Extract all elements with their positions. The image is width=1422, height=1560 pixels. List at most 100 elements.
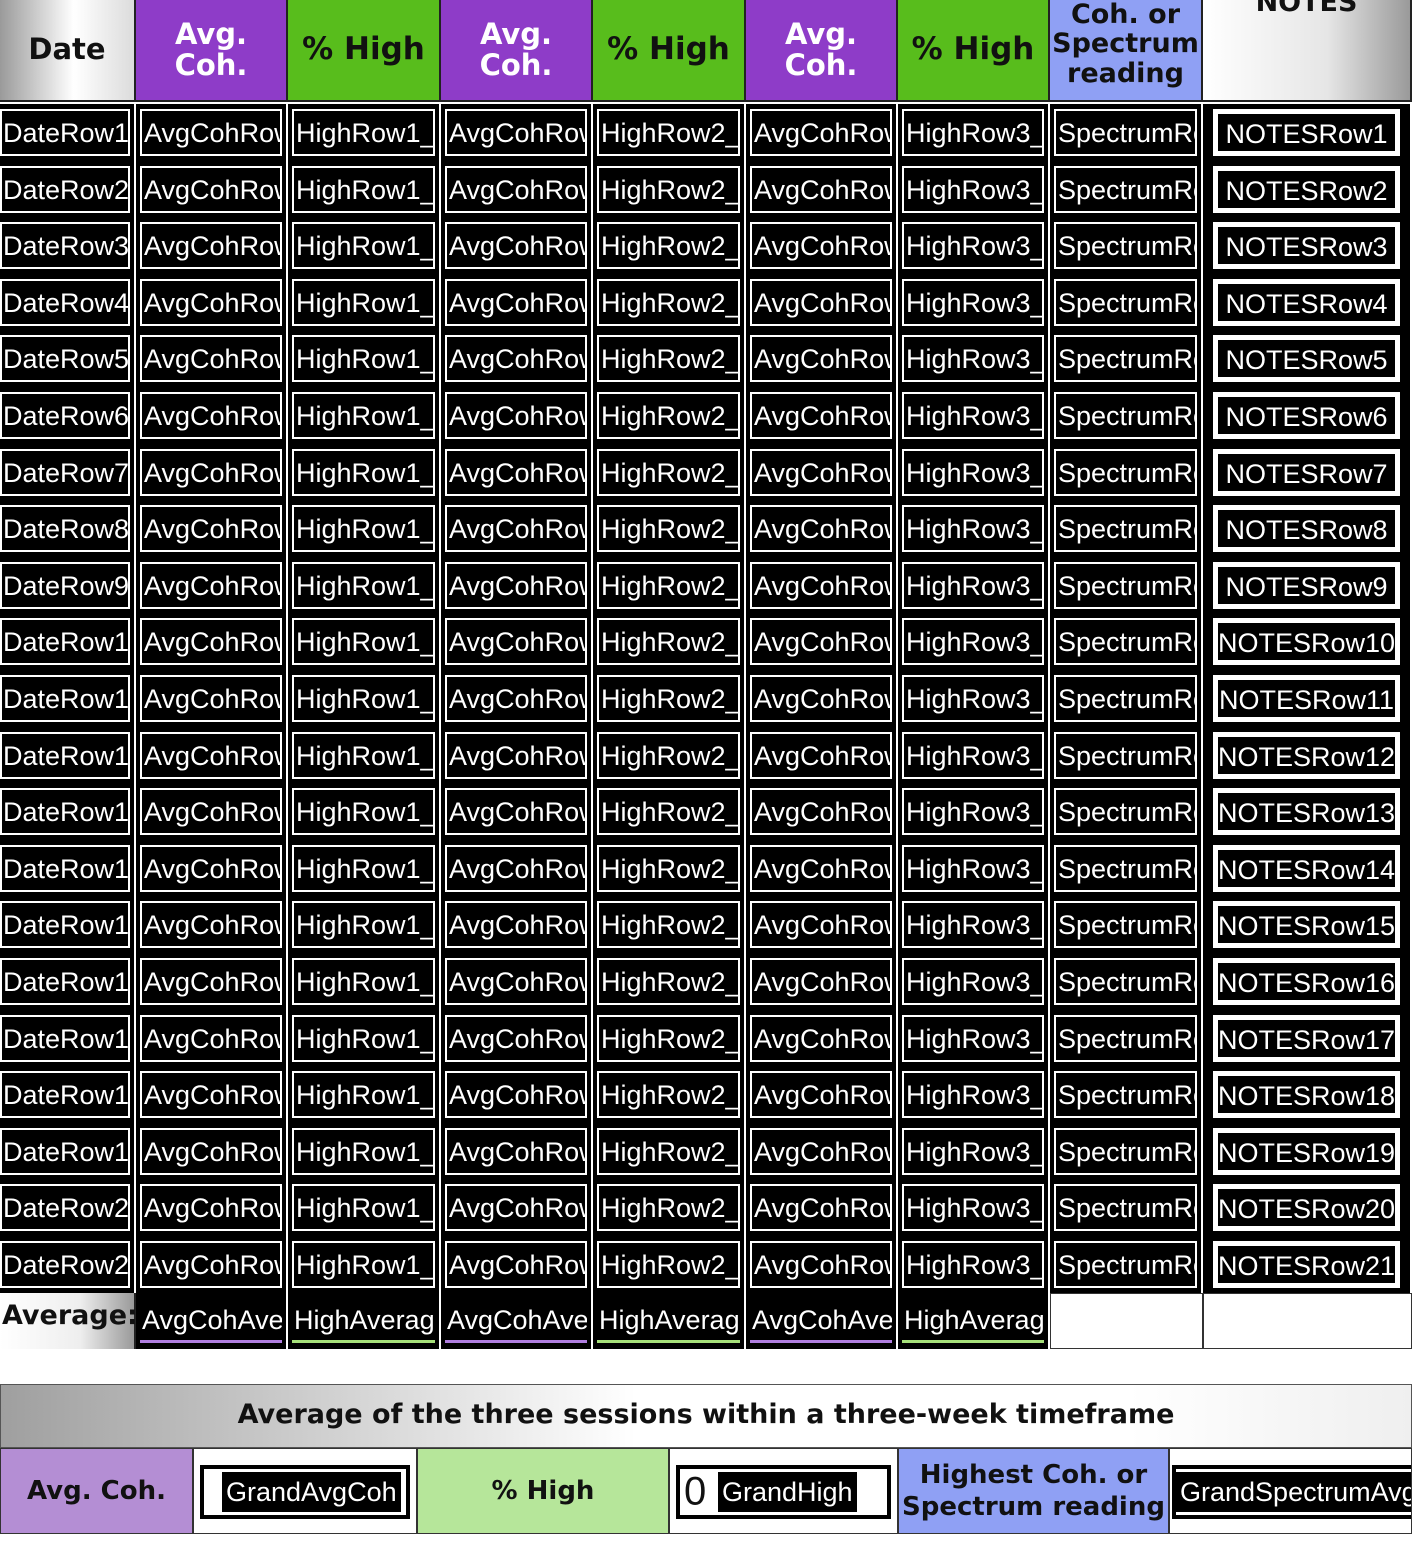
coh2-field[interactable]: AvgCohRow [445, 1184, 587, 1232]
coh3-field[interactable]: AvgCohRow [750, 1014, 892, 1062]
coh2-field[interactable]: AvgCohRow [445, 731, 587, 779]
average-high-2-field[interactable]: HighAverag [597, 1299, 740, 1343]
coh3-field[interactable]: AvgCohRow [750, 1127, 892, 1175]
high3-field[interactable]: HighRow3_ [902, 901, 1044, 949]
coh2-field[interactable]: AvgCohRow [445, 1071, 587, 1119]
high3-field[interactable]: HighRow3_ [902, 165, 1044, 213]
coh2-field[interactable]: AvgCohRow [445, 222, 587, 270]
coh1-field[interactable]: AvgCohRow [140, 278, 282, 326]
high3-field[interactable]: HighRow3_ [902, 844, 1044, 892]
high3-field[interactable]: HighRow3_ [902, 1241, 1044, 1288]
high2-field[interactable]: HighRow2_ [597, 505, 740, 553]
spectrum-field[interactable]: SpectrumRow [1054, 335, 1197, 383]
coh3-field[interactable]: AvgCohRow [750, 1241, 892, 1288]
high2-field[interactable]: HighRow2_ [597, 958, 740, 1005]
date-field[interactable]: DateRow7 [0, 448, 130, 496]
high1-field[interactable]: HighRow1_9 [292, 561, 435, 609]
high3-field[interactable]: HighRow3_ [902, 448, 1044, 496]
high1-field[interactable]: HighRow1_1 [292, 109, 435, 156]
spectrum-field[interactable]: SpectrumRow [1054, 901, 1197, 949]
high2-field[interactable]: HighRow2_ [597, 278, 740, 326]
coh1-field[interactable]: AvgCohRow [140, 618, 282, 666]
date-field[interactable]: DateRow17 [0, 1014, 130, 1062]
coh2-field[interactable]: AvgCohRow [445, 958, 587, 1005]
date-field[interactable]: DateRow11 [0, 675, 130, 722]
spectrum-field[interactable]: SpectrumRow [1054, 561, 1197, 609]
high1-field[interactable]: HighRow1_3 [292, 222, 435, 270]
high3-field[interactable]: HighRow3_ [902, 788, 1044, 836]
spectrum-field[interactable]: SpectrumRow [1054, 222, 1197, 270]
coh2-field[interactable]: AvgCohRow [445, 109, 587, 156]
high2-field[interactable]: HighRow2_ [597, 222, 740, 270]
coh1-field[interactable]: AvgCohRow [140, 958, 282, 1005]
spectrum-field[interactable]: SpectrumRow [1054, 1184, 1197, 1232]
notes-field[interactable]: NOTESRow3 [1213, 222, 1400, 270]
high2-field[interactable]: HighRow2_ [597, 844, 740, 892]
high1-field[interactable]: HighRow1_2 [292, 1184, 435, 1232]
date-field[interactable]: DateRow9 [0, 561, 130, 609]
coh3-field[interactable]: AvgCohRow [750, 675, 892, 722]
notes-field[interactable]: NOTESRow17 [1213, 1014, 1400, 1062]
notes-field[interactable]: NOTESRow18 [1213, 1071, 1400, 1119]
average-coh-2-field[interactable]: AvgCohAve [445, 1299, 587, 1343]
spectrum-field[interactable]: SpectrumRow [1054, 1127, 1197, 1175]
coh2-field[interactable]: AvgCohRow [445, 561, 587, 609]
date-field[interactable]: DateRow10 [0, 618, 130, 666]
notes-field[interactable]: NOTESRow14 [1213, 844, 1400, 892]
high1-field[interactable]: HighRow1_5 [292, 335, 435, 383]
date-field[interactable]: DateRow13 [0, 788, 130, 836]
high2-field[interactable]: HighRow2_ [597, 392, 740, 439]
coh1-field[interactable]: AvgCohRow [140, 1014, 282, 1062]
coh3-field[interactable]: AvgCohRow [750, 788, 892, 836]
date-field[interactable]: DateRow21 [0, 1241, 130, 1288]
average-coh-3-field[interactable]: AvgCohAve [750, 1299, 892, 1343]
high1-field[interactable]: HighRow1_1 [292, 958, 435, 1005]
coh1-field[interactable]: AvgCohRow [140, 1241, 282, 1288]
high3-field[interactable]: HighRow3_ [902, 109, 1044, 156]
coh1-field[interactable]: AvgCohRow [140, 222, 282, 270]
coh3-field[interactable]: AvgCohRow [750, 448, 892, 496]
date-field[interactable]: DateRow5 [0, 335, 130, 383]
high2-field[interactable]: HighRow2_ [597, 448, 740, 496]
notes-field[interactable]: NOTESRow19 [1213, 1127, 1400, 1175]
high2-field[interactable]: HighRow2_ [597, 1071, 740, 1119]
date-field[interactable]: DateRow2 [0, 165, 130, 213]
coh3-field[interactable]: AvgCohRow [750, 731, 892, 779]
coh1-field[interactable]: AvgCohRow [140, 844, 282, 892]
notes-field[interactable]: NOTESRow1 [1213, 109, 1400, 156]
notes-field[interactable]: NOTESRow7 [1213, 448, 1400, 496]
coh2-field[interactable]: AvgCohRow [445, 1014, 587, 1062]
coh2-field[interactable]: AvgCohRow [445, 392, 587, 439]
date-field[interactable]: DateRow1 [0, 109, 130, 156]
high1-field[interactable]: HighRow1_6 [292, 392, 435, 439]
summary-high-field[interactable]: GrandHigh [718, 1472, 857, 1512]
notes-field[interactable]: NOTESRow16 [1213, 958, 1400, 1005]
coh2-field[interactable]: AvgCohRow [445, 675, 587, 722]
notes-field[interactable]: NOTESRow13 [1213, 788, 1400, 836]
spectrum-field[interactable]: SpectrumRow [1054, 165, 1197, 213]
date-field[interactable]: DateRow6 [0, 392, 130, 439]
spectrum-field[interactable]: SpectrumRow [1054, 1241, 1197, 1288]
average-coh-1-field[interactable]: AvgCohAve [140, 1299, 282, 1343]
spectrum-field[interactable]: SpectrumRow [1054, 448, 1197, 496]
notes-field[interactable]: NOTESRow2 [1213, 165, 1400, 213]
date-field[interactable]: DateRow20 [0, 1184, 130, 1232]
coh1-field[interactable]: AvgCohRow [140, 448, 282, 496]
spectrum-field[interactable]: SpectrumRow [1054, 731, 1197, 779]
spectrum-field[interactable]: SpectrumRow [1054, 675, 1197, 722]
high2-field[interactable]: HighRow2_ [597, 561, 740, 609]
coh2-field[interactable]: AvgCohRow [445, 1241, 587, 1288]
date-field[interactable]: DateRow15 [0, 901, 130, 949]
coh2-field[interactable]: AvgCohRow [445, 335, 587, 383]
coh1-field[interactable]: AvgCohRow [140, 731, 282, 779]
high2-field[interactable]: HighRow2_ [597, 731, 740, 779]
high3-field[interactable]: HighRow3_ [902, 675, 1044, 722]
high1-field[interactable]: HighRow1_1 [292, 901, 435, 949]
high2-field[interactable]: HighRow2_ [597, 1184, 740, 1232]
coh1-field[interactable]: AvgCohRow [140, 1184, 282, 1232]
spectrum-field[interactable]: SpectrumRow [1054, 1071, 1197, 1119]
coh3-field[interactable]: AvgCohRow [750, 561, 892, 609]
coh1-field[interactable]: AvgCohRow [140, 561, 282, 609]
date-field[interactable]: DateRow4 [0, 278, 130, 326]
high1-field[interactable]: HighRow1_8 [292, 505, 435, 553]
